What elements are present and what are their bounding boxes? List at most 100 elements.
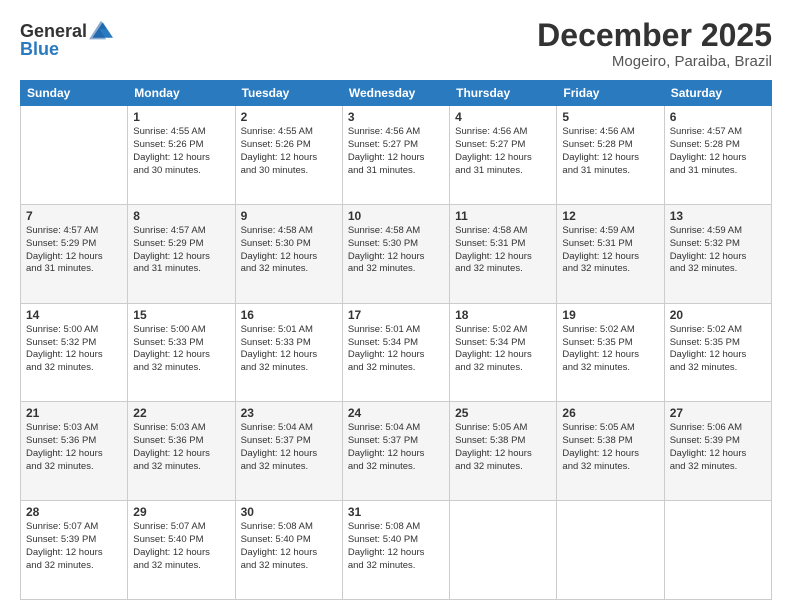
day-cell: 15 Sunrise: 5:00 AMSunset: 5:33 PMDayligh… — [128, 303, 235, 402]
day-info: Sunrise: 4:58 AMSunset: 5:30 PMDaylight:… — [241, 225, 337, 276]
day-info: Sunrise: 5:01 AMSunset: 5:33 PMDaylight:… — [241, 324, 337, 375]
day-number: 25 — [455, 406, 551, 420]
day-number: 7 — [26, 209, 122, 223]
week-row-5: 28Sunrise: 5:07 AMSunset: 5:39 PMDayligh… — [21, 501, 772, 600]
day-cell: 30 Sunrise: 5:08 AMSunset: 5:40 PMDayligh… — [235, 501, 342, 600]
logo-icon — [89, 20, 113, 40]
day-info: Sunrise: 5:02 AMSunset: 5:35 PMDaylight:… — [670, 324, 766, 375]
day-number: 19 — [562, 308, 658, 322]
day-cell — [557, 501, 664, 600]
day-cell: 22Sunrise: 5:03 AMSunset: 5:36 PMDayligh… — [128, 402, 235, 501]
day-cell — [21, 106, 128, 205]
day-info: Sunrise: 4:59 AMSunset: 5:31 PMDaylight:… — [562, 225, 658, 276]
day-number: 8 — [133, 209, 229, 223]
day-cell: 11Sunrise: 4:58 AMSunset: 5:31 PMDayligh… — [450, 204, 557, 303]
day-info: Sunrise: 4:59 AMSunset: 5:32 PMDaylight:… — [670, 225, 766, 276]
day-info: Sunrise: 5:05 AMSunset: 5:38 PMDaylight:… — [562, 422, 658, 473]
day-number: 13 — [670, 209, 766, 223]
day-info: Sunrise: 5:03 AMSunset: 5:36 PMDaylight:… — [26, 422, 122, 473]
day-number: 18 — [455, 308, 551, 322]
day-cell: 5 Sunrise: 4:56 AMSunset: 5:28 PMDaylight… — [557, 106, 664, 205]
day-info: Sunrise: 4:57 AMSunset: 5:29 PMDaylight:… — [26, 225, 122, 276]
day-info: Sunrise: 5:02 AMSunset: 5:35 PMDaylight:… — [562, 324, 658, 375]
day-cell: 14 Sunrise: 5:00 AMSunset: 5:32 PMDayligh… — [21, 303, 128, 402]
day-info: Sunrise: 4:56 AMSunset: 5:28 PMDaylight:… — [562, 126, 658, 177]
day-info: Sunrise: 5:07 AMSunset: 5:40 PMDaylight:… — [133, 521, 229, 572]
col-wednesday: Wednesday — [342, 81, 449, 106]
day-number: 5 — [562, 110, 658, 124]
day-info: Sunrise: 5:03 AMSunset: 5:36 PMDaylight:… — [133, 422, 229, 473]
day-cell: 17 Sunrise: 5:01 AMSunset: 5:34 PMDayligh… — [342, 303, 449, 402]
day-info: Sunrise: 4:56 AMSunset: 5:27 PMDaylight:… — [348, 126, 444, 177]
day-number: 2 — [241, 110, 337, 124]
col-tuesday: Tuesday — [235, 81, 342, 106]
day-number: 9 — [241, 209, 337, 223]
day-info: Sunrise: 4:58 AMSunset: 5:30 PMDaylight:… — [348, 225, 444, 276]
day-number: 20 — [670, 308, 766, 322]
day-info: Sunrise: 5:06 AMSunset: 5:39 PMDaylight:… — [670, 422, 766, 473]
day-cell — [664, 501, 771, 600]
week-row-3: 14 Sunrise: 5:00 AMSunset: 5:32 PMDayligh… — [21, 303, 772, 402]
day-cell: 9 Sunrise: 4:58 AMSunset: 5:30 PMDaylight… — [235, 204, 342, 303]
day-info: Sunrise: 5:02 AMSunset: 5:34 PMDaylight:… — [455, 324, 551, 375]
calendar-subtitle: Mogeiro, Paraiba, Brazil — [537, 53, 772, 70]
day-number: 23 — [241, 406, 337, 420]
day-cell: 2 Sunrise: 4:55 AMSunset: 5:26 PMDaylight… — [235, 106, 342, 205]
day-info: Sunrise: 4:58 AMSunset: 5:31 PMDaylight:… — [455, 225, 551, 276]
title-block: December 2025 Mogeiro, Paraiba, Brazil — [537, 18, 772, 70]
day-number: 24 — [348, 406, 444, 420]
calendar-table: Sunday Monday Tuesday Wednesday Thursday… — [20, 80, 772, 600]
day-cell: 6Sunrise: 4:57 AMSunset: 5:28 PMDaylight… — [664, 106, 771, 205]
col-sunday: Sunday — [21, 81, 128, 106]
header: General Blue December 2025 Mogeiro, Para… — [20, 18, 772, 70]
day-number: 10 — [348, 209, 444, 223]
day-info: Sunrise: 5:08 AMSunset: 5:40 PMDaylight:… — [241, 521, 337, 572]
day-cell: 20 Sunrise: 5:02 AMSunset: 5:35 PMDayligh… — [664, 303, 771, 402]
day-number: 31 — [348, 505, 444, 519]
day-cell: 16 Sunrise: 5:01 AMSunset: 5:33 PMDayligh… — [235, 303, 342, 402]
logo: General Blue — [20, 22, 113, 60]
day-cell: 24 Sunrise: 5:04 AMSunset: 5:37 PMDayligh… — [342, 402, 449, 501]
day-cell: 12Sunrise: 4:59 AMSunset: 5:31 PMDayligh… — [557, 204, 664, 303]
day-info: Sunrise: 4:55 AMSunset: 5:26 PMDaylight:… — [241, 126, 337, 177]
day-number: 26 — [562, 406, 658, 420]
day-number: 1 — [133, 110, 229, 124]
day-cell: 7 Sunrise: 4:57 AMSunset: 5:29 PMDaylight… — [21, 204, 128, 303]
header-row: Sunday Monday Tuesday Wednesday Thursday… — [21, 81, 772, 106]
day-cell: 1 Sunrise: 4:55 AMSunset: 5:26 PMDaylight… — [128, 106, 235, 205]
day-cell: 10 Sunrise: 4:58 AMSunset: 5:30 PMDayligh… — [342, 204, 449, 303]
col-thursday: Thursday — [450, 81, 557, 106]
day-cell: 27 Sunrise: 5:06 AMSunset: 5:39 PMDayligh… — [664, 402, 771, 501]
day-info: Sunrise: 5:08 AMSunset: 5:40 PMDaylight:… — [348, 521, 444, 572]
day-info: Sunrise: 5:05 AMSunset: 5:38 PMDaylight:… — [455, 422, 551, 473]
day-info: Sunrise: 5:00 AMSunset: 5:32 PMDaylight:… — [26, 324, 122, 375]
col-friday: Friday — [557, 81, 664, 106]
col-monday: Monday — [128, 81, 235, 106]
calendar-title: December 2025 — [537, 18, 772, 53]
day-info: Sunrise: 4:55 AMSunset: 5:26 PMDaylight:… — [133, 126, 229, 177]
day-number: 14 — [26, 308, 122, 322]
day-cell: 29Sunrise: 5:07 AMSunset: 5:40 PMDayligh… — [128, 501, 235, 600]
day-number: 30 — [241, 505, 337, 519]
day-number: 3 — [348, 110, 444, 124]
day-cell: 13 Sunrise: 4:59 AMSunset: 5:32 PMDayligh… — [664, 204, 771, 303]
day-cell: 4Sunrise: 4:56 AMSunset: 5:27 PMDaylight… — [450, 106, 557, 205]
day-info: Sunrise: 5:01 AMSunset: 5:34 PMDaylight:… — [348, 324, 444, 375]
page: General Blue December 2025 Mogeiro, Para… — [0, 0, 792, 612]
day-cell: 28Sunrise: 5:07 AMSunset: 5:39 PMDayligh… — [21, 501, 128, 600]
day-number: 15 — [133, 308, 229, 322]
day-number: 27 — [670, 406, 766, 420]
day-cell: 18 Sunrise: 5:02 AMSunset: 5:34 PMDayligh… — [450, 303, 557, 402]
day-info: Sunrise: 5:04 AMSunset: 5:37 PMDaylight:… — [241, 422, 337, 473]
day-info: Sunrise: 4:57 AMSunset: 5:28 PMDaylight:… — [670, 126, 766, 177]
week-row-4: 21Sunrise: 5:03 AMSunset: 5:36 PMDayligh… — [21, 402, 772, 501]
week-row-1: 1 Sunrise: 4:55 AMSunset: 5:26 PMDaylight… — [21, 106, 772, 205]
week-row-2: 7 Sunrise: 4:57 AMSunset: 5:29 PMDaylight… — [21, 204, 772, 303]
day-info: Sunrise: 5:00 AMSunset: 5:33 PMDaylight:… — [133, 324, 229, 375]
day-cell: 23 Sunrise: 5:04 AMSunset: 5:37 PMDayligh… — [235, 402, 342, 501]
day-number: 17 — [348, 308, 444, 322]
day-cell: 19 Sunrise: 5:02 AMSunset: 5:35 PMDayligh… — [557, 303, 664, 402]
day-number: 16 — [241, 308, 337, 322]
day-number: 28 — [26, 505, 122, 519]
day-info: Sunrise: 5:04 AMSunset: 5:37 PMDaylight:… — [348, 422, 444, 473]
